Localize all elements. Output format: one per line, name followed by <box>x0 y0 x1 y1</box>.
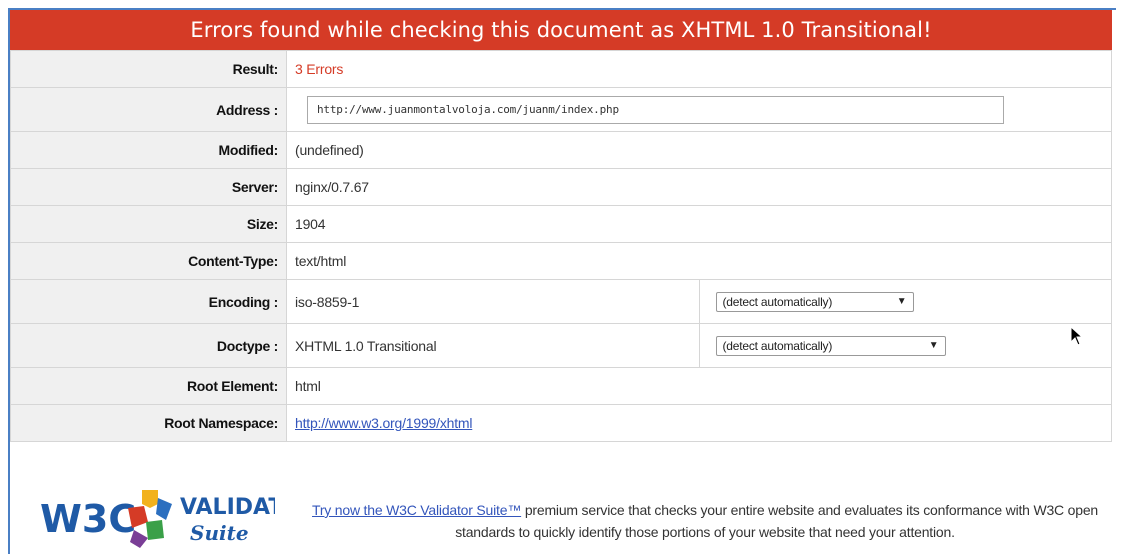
doctype-select[interactable]: (detect automatically) ▼ <box>715 335 946 356</box>
root-namespace-label: Root Namespace: <box>10 404 287 442</box>
validator-suite-link[interactable]: Try now the W3C Validator Suite™ <box>312 502 521 518</box>
w3c-validator-suite-logo[interactable]: W3C VALIDATOR Suite <box>40 478 275 550</box>
dropdown-arrow-icon: ▼ <box>896 296 907 307</box>
table-row: Modified: (undefined) <box>10 131 1112 169</box>
table-row: Address : http://www.juanmontalvoloja.co… <box>10 87 1112 132</box>
server-label: Server: <box>10 168 287 206</box>
root-element-label: Root Element: <box>10 367 287 405</box>
size-label: Size: <box>10 205 287 243</box>
encoding-select-label: (detect automatically) <box>722 294 833 309</box>
root-namespace-link[interactable]: http://www.w3.org/1999/xhtml <box>295 415 472 431</box>
dropdown-arrow-icon: ▼ <box>928 340 939 351</box>
footer: W3C VALIDATOR Suite Try now the W3C Vali… <box>40 478 1120 554</box>
result-label: Result: <box>10 50 287 88</box>
promo-text: premium service that checks your entire … <box>455 502 1098 540</box>
logo-w3c-text: W3C <box>40 497 136 541</box>
validator-suite-promo: Try now the W3C Validator Suite™ premium… <box>295 499 1115 543</box>
table-row: Content-Type: text/html <box>10 242 1112 280</box>
doctype-value: XHTML 1.0 Transitional <box>286 323 700 368</box>
table-row: Doctype : XHTML 1.0 Transitional (detect… <box>10 323 1112 368</box>
doctype-label: Doctype : <box>10 323 287 368</box>
content-type-label: Content-Type: <box>10 242 287 280</box>
table-row: Server: nginx/0.7.67 <box>10 168 1112 206</box>
address-input[interactable]: http://www.juanmontalvoloja.com/juanm/in… <box>307 95 1004 124</box>
table-row: Result: 3 Errors <box>10 50 1112 88</box>
address-label: Address : <box>10 87 287 132</box>
server-value: nginx/0.7.67 <box>286 168 1112 206</box>
encoding-value: iso-8859-1 <box>286 279 700 324</box>
result-value: 3 Errors <box>286 50 1112 88</box>
modified-value: (undefined) <box>286 131 1112 169</box>
error-banner: Errors found while checking this documen… <box>10 10 1112 50</box>
content-type-value: text/html <box>286 242 1112 280</box>
mouse-cursor-icon <box>1070 326 1084 346</box>
table-row: Encoding : iso-8859-1 (detect automatica… <box>10 279 1112 324</box>
doctype-select-label: (detect automatically) <box>722 338 833 353</box>
logo-validator-text: VALIDATOR <box>180 495 275 520</box>
logo-suite-text: Suite <box>190 521 249 545</box>
size-value: 1904 <box>286 205 1112 243</box>
modified-label: Modified: <box>10 131 287 169</box>
banner-title: Errors found while checking this documen… <box>190 18 932 42</box>
encoding-select[interactable]: (detect automatically) ▼ <box>715 291 914 312</box>
encoding-label: Encoding : <box>10 279 287 324</box>
table-row: Root Element: html <box>10 367 1112 405</box>
table-row: Size: 1904 <box>10 205 1112 243</box>
root-element-value: html <box>286 367 1112 405</box>
results-table: Result: 3 Errors Address : http://www.ju… <box>10 50 1112 442</box>
table-row: Root Namespace: http://www.w3.org/1999/x… <box>10 404 1112 442</box>
